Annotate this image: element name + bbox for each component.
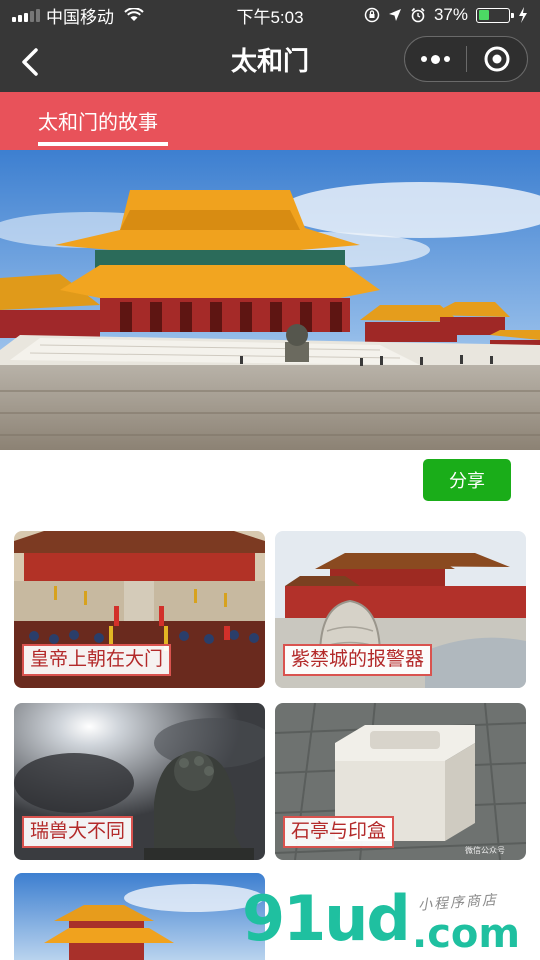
story-card[interactable] bbox=[14, 873, 265, 960]
site-watermark: 91ud 小程序商店 .com bbox=[242, 888, 532, 956]
card-watermark: 微信公众号 bbox=[465, 845, 505, 855]
back-button[interactable] bbox=[10, 42, 50, 82]
watermark-domain: .com bbox=[412, 911, 521, 957]
battery-icon bbox=[476, 7, 514, 23]
tab-story[interactable]: 太和门的故事 bbox=[38, 106, 158, 135]
status-right: 37% bbox=[364, 5, 528, 25]
location-icon bbox=[388, 9, 401, 21]
story-card[interactable]: 紫禁城的报警器 bbox=[275, 531, 526, 688]
tab-active-indicator bbox=[38, 142, 168, 146]
miniprogram-capsule bbox=[404, 36, 528, 82]
charging-icon bbox=[519, 7, 527, 23]
hero-image bbox=[0, 150, 540, 450]
target-close-icon bbox=[484, 46, 510, 72]
more-dots-icon bbox=[420, 54, 450, 64]
chevron-left-icon bbox=[22, 48, 38, 76]
status-bar: 中国移动 下午5:03 37% bbox=[0, 0, 540, 30]
card-label: 皇帝上朝在大门 bbox=[22, 644, 172, 676]
signal-icon bbox=[12, 8, 40, 22]
alarm-icon bbox=[411, 7, 425, 23]
share-row: 分享 bbox=[0, 450, 540, 512]
story-card[interactable]: 瑞兽大不同 bbox=[14, 703, 265, 860]
wifi-icon bbox=[124, 8, 144, 21]
watermark-logo: 91ud bbox=[242, 882, 411, 955]
card-image-hall bbox=[14, 873, 265, 960]
card-label: 瑞兽大不同 bbox=[22, 816, 134, 848]
story-card[interactable]: 皇帝上朝在大门 bbox=[14, 531, 265, 688]
more-button[interactable] bbox=[405, 37, 466, 81]
card-label: 石亭与印盒 bbox=[283, 816, 395, 848]
rotation-lock-icon bbox=[364, 7, 380, 23]
card-label: 紫禁城的报警器 bbox=[283, 644, 433, 676]
close-miniprogram-button[interactable] bbox=[467, 37, 528, 81]
story-card[interactable]: 微信公众号 石亭与印盒 bbox=[275, 703, 526, 860]
nav-bar: 太和门 bbox=[0, 30, 540, 92]
status-left: 中国移动 bbox=[12, 3, 144, 28]
battery-percent: 37% bbox=[433, 5, 468, 24]
carrier-name: 中国移动 bbox=[46, 7, 114, 27]
share-button[interactable]: 分享 bbox=[423, 459, 511, 501]
